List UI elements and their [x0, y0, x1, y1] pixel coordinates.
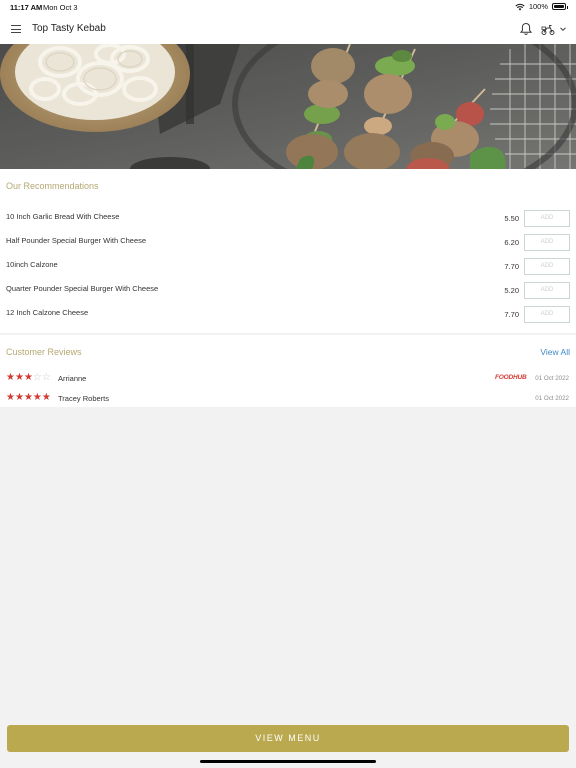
- star-icon: ★: [6, 372, 15, 383]
- home-indicator: [200, 760, 376, 763]
- page-title: Top Tasty Kebab: [32, 23, 106, 34]
- recommendations-title: Our Recommendations: [6, 181, 99, 191]
- status-time: 11:17 AM: [10, 3, 43, 12]
- star-outline-icon: ☆: [41, 372, 51, 383]
- recommendations-section: Our Recommendations 10 Inch Garlic Bread…: [0, 169, 576, 333]
- list-item: 10inch Calzone 7.70 ADD: [0, 258, 576, 282]
- battery-icon: [552, 3, 568, 10]
- hero-image: [0, 44, 576, 169]
- star-rating: ★ ★ ★ ☆ ☆: [6, 373, 51, 383]
- item-name: 12 Inch Calzone Cheese: [6, 308, 89, 317]
- status-bar: 11:17 AM Mon Oct 3 100%: [0, 0, 576, 14]
- item-name: 10inch Calzone: [6, 260, 58, 269]
- review-date: 01 Oct 2022: [535, 395, 569, 402]
- list-item: Quarter Pounder Special Burger With Chee…: [0, 282, 576, 306]
- review-date: 01 Oct 2022: [535, 375, 569, 382]
- star-icon: ★: [14, 372, 24, 383]
- item-price: 7.70: [504, 310, 519, 319]
- star-rating: ★ ★ ★ ★ ★: [6, 393, 51, 403]
- star-icon: ★: [23, 372, 33, 383]
- bell-icon[interactable]: [519, 22, 533, 36]
- list-item: 12 Inch Calzone Cheese 7.70 ADD: [0, 306, 576, 330]
- item-price: 6.20: [504, 238, 519, 247]
- reviewer-name: Arrianne: [58, 374, 87, 383]
- view-menu-button[interactable]: VIEW MENU: [7, 725, 569, 752]
- wifi-icon: [515, 3, 525, 10]
- item-name: 10 Inch Garlic Bread With Cheese: [6, 212, 120, 221]
- add-button[interactable]: ADD: [524, 234, 570, 251]
- item-price: 5.20: [504, 286, 519, 295]
- item-name: Quarter Pounder Special Burger With Chee…: [6, 284, 159, 293]
- star-icon: ★: [14, 392, 24, 403]
- review-source-logo: FOODHUB: [495, 374, 527, 381]
- reviews-title: Customer Reviews: [6, 347, 82, 357]
- battery-percent: 100%: [528, 2, 548, 11]
- add-button[interactable]: ADD: [524, 306, 570, 323]
- star-icon: ★: [32, 392, 42, 403]
- star-icon: ★: [41, 392, 51, 403]
- list-item: Half Pounder Special Burger With Cheese …: [0, 234, 576, 258]
- delivery-scooter-icon[interactable]: [541, 23, 555, 36]
- star-icon: ★: [6, 392, 15, 403]
- menu-icon[interactable]: [11, 25, 21, 33]
- reviewer-name: Tracey Roberts: [58, 394, 109, 403]
- add-button[interactable]: ADD: [524, 210, 570, 227]
- star-outline-icon: ☆: [32, 372, 42, 383]
- item-name: Half Pounder Special Burger With Cheese: [6, 236, 147, 245]
- star-icon: ★: [23, 392, 33, 403]
- add-button[interactable]: ADD: [524, 258, 570, 275]
- chevron-down-icon[interactable]: [559, 25, 567, 33]
- reviews-section: Customer Reviews View All ★ ★ ★ ☆ ☆ Arri…: [0, 335, 576, 407]
- view-all-link[interactable]: View All: [540, 347, 570, 357]
- status-right: 100%: [515, 2, 568, 11]
- list-item: 10 Inch Garlic Bread With Cheese 5.50 AD…: [0, 210, 576, 234]
- review-row: ★ ★ ★ ☆ ☆ Arrianne FOODHUB 01 Oct 2022: [0, 372, 576, 388]
- nav-bar: Top Tasty Kebab: [0, 14, 576, 44]
- add-button[interactable]: ADD: [524, 282, 570, 299]
- status-date: Mon Oct 3: [43, 3, 78, 12]
- review-row: ★ ★ ★ ★ ★ Tracey Roberts 01 Oct 2022: [0, 392, 576, 408]
- item-price: 5.50: [504, 214, 519, 223]
- item-price: 7.70: [504, 262, 519, 271]
